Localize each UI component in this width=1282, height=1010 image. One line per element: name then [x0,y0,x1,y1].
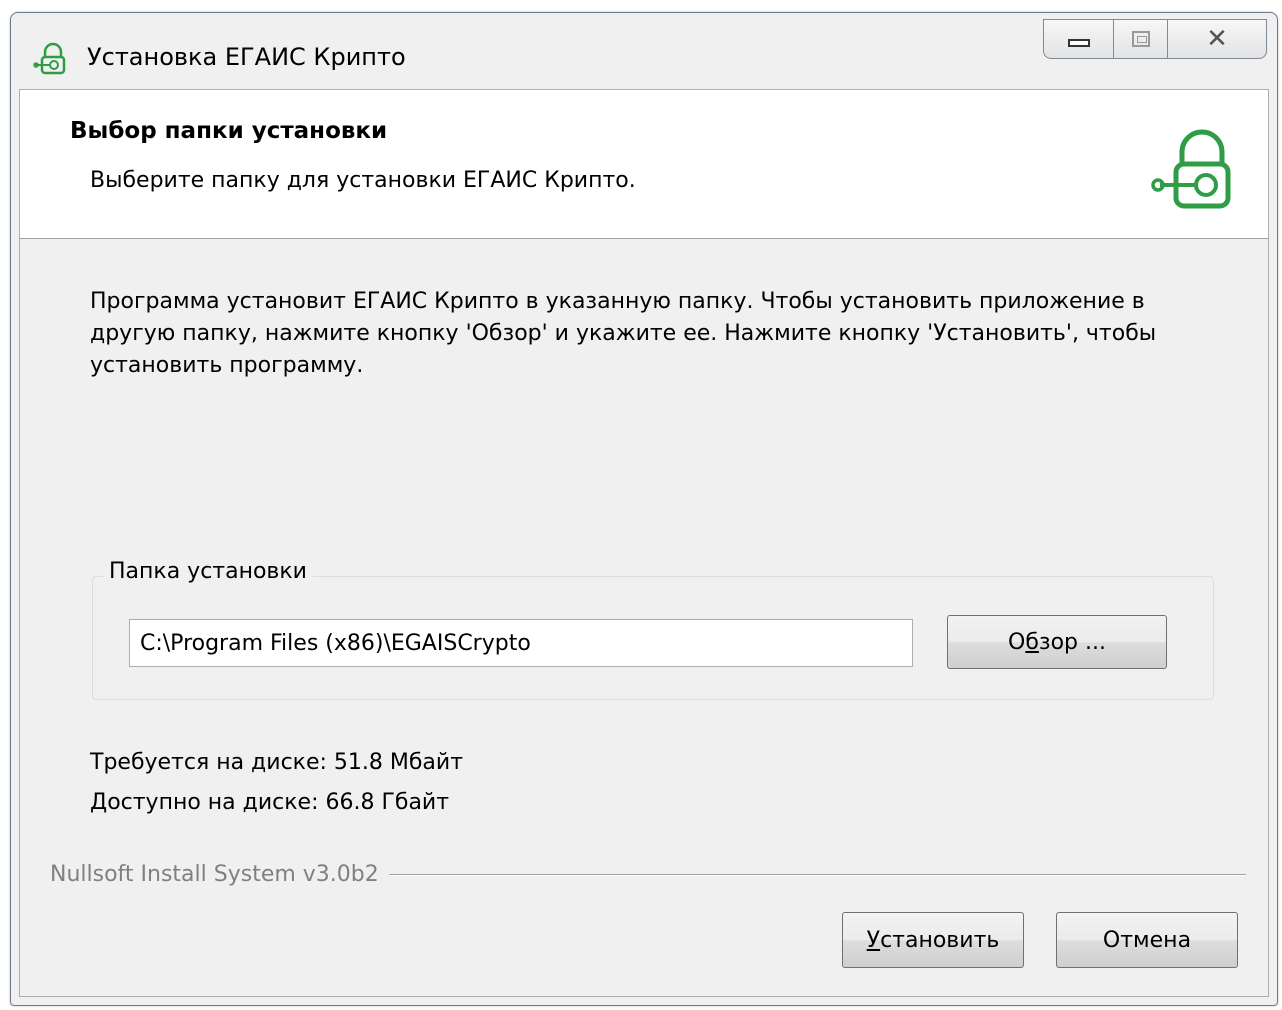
dialog-client-area: Выбор папки установки Выберите папку для… [19,89,1269,997]
page-header: Выбор папки установки Выберите папку для… [20,90,1268,239]
minimize-icon [1067,39,1090,47]
install-button[interactable]: Установить [842,912,1024,968]
install-path-input[interactable] [129,619,913,667]
page-subtitle: Выберите папку для установки ЕГАИС Крипт… [90,168,636,193]
lock-key-icon [33,42,66,75]
browse-mnemonic: б [1025,629,1039,655]
install-folder-group: Папка установки Обзор ... [92,559,1214,700]
window-controls: ✕ [1043,19,1267,59]
page-title: Выбор папки установки [70,118,388,144]
close-icon: ✕ [1206,24,1228,54]
browse-label-start: О [1007,629,1026,655]
disk-space-available: Доступно на диске: 66.8 Гбайт [90,790,450,815]
disk-space-required: Требуется на диске: 51.8 Мбайт [90,750,464,775]
install-label-rest: становить [880,927,1000,953]
install-folder-group-label: Папка установки [103,559,313,584]
browse-label-end: зор ... [1038,629,1106,655]
minimize-button[interactable] [1043,19,1113,59]
branding-text: Nullsoft Install System v3.0b2 [50,862,379,887]
browse-button[interactable]: Об зор ... [947,615,1167,669]
title-bar[interactable]: Установка ЕГАИС Крипто ✕ [11,13,1277,89]
lock-key-icon [1151,129,1231,209]
window-title: Установка ЕГАИС Крипто [87,43,406,71]
maximize-icon [1131,31,1150,47]
branding-divider [388,873,1246,876]
cancel-button[interactable]: Отмена [1056,912,1238,968]
installer-branding: Nullsoft Install System v3.0b2 [50,862,1246,887]
installer-window: Установка ЕГАИС Крипто ✕ Выбор папки уст… [10,12,1278,1006]
install-mnemonic: У [866,927,881,953]
install-description: Программа установит ЕГАИС Крипто в указа… [90,289,1157,378]
close-button[interactable]: ✕ [1167,19,1267,59]
maximize-button[interactable] [1113,19,1167,59]
